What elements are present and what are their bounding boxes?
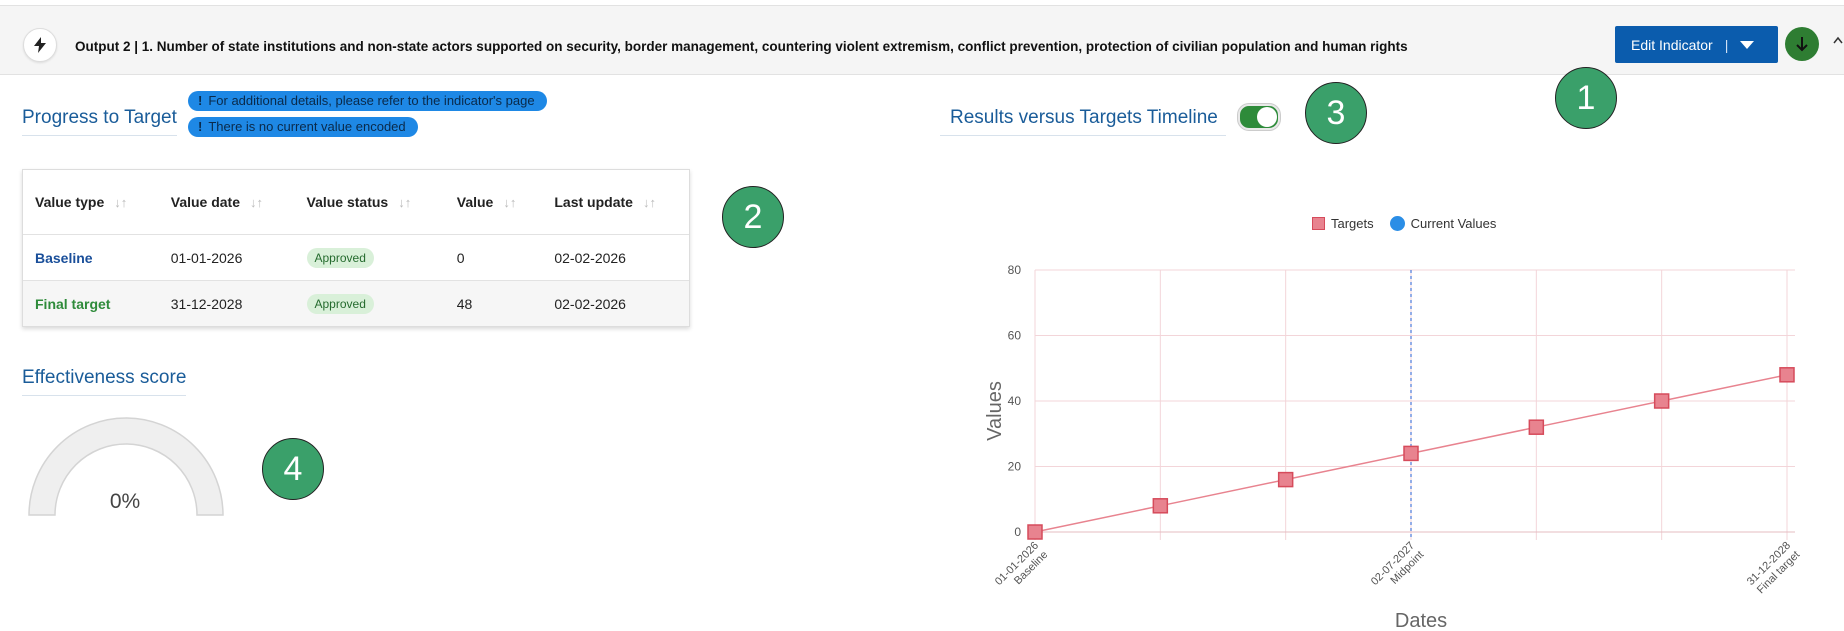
values-table: Value type ↓↑ Value date ↓↑ Value status ↓↑… — [22, 169, 690, 327]
sort-icon[interactable]: ↓↑ — [503, 195, 516, 210]
table-row: Final target 31-12-2028 Approved 48 02-0… — [23, 280, 689, 326]
exclamation-icon: ! — [198, 93, 203, 108]
info-pill-no-value: ! There is no current value encoded — [188, 117, 418, 137]
timeline-title: Results versus Targets Timeline — [940, 107, 1226, 136]
callout-marker: 1 — [1555, 67, 1617, 129]
target-point — [1152, 498, 1169, 514]
status-badge: Approved — [306, 247, 374, 268]
x-tick-label: 01-01-2026Baseline — [993, 540, 1050, 588]
value-status-cell: Approved — [294, 234, 445, 281]
column-header-value-type[interactable]: Value type ↓↑ — [23, 170, 159, 235]
results-targets-chart: 0 20 40 60 80 01-01-2026Baseline 02-07-2027Mid… — [984, 263, 1802, 631]
timeline-toggle[interactable] — [1238, 104, 1280, 130]
column-header-last-update[interactable]: Last update ↓↑ — [542, 170, 689, 235]
edit-indicator-label: Edit Indicator — [1631, 36, 1713, 53]
sort-icon[interactable]: ↓↑ — [398, 195, 411, 210]
target-point — [1277, 471, 1294, 488]
arrow-down-icon — [1796, 37, 1808, 52]
lightning-icon — [34, 37, 46, 53]
effectiveness-score-title: Effectiveness score — [22, 367, 187, 396]
y-tick-label: 20 — [1008, 460, 1022, 474]
caret-down-icon[interactable] — [1740, 40, 1755, 49]
chevron-up-icon[interactable] — [1833, 36, 1843, 44]
value-type-cell: Final target — [23, 280, 159, 326]
x-tick-label: 02-07-2027Midpoint — [1369, 540, 1426, 588]
exclamation-icon: ! — [198, 119, 203, 134]
table-header-row: Value type ↓↑ Value date ↓↑ Value status ↓↑… — [23, 170, 689, 235]
toggle-knob — [1257, 107, 1277, 127]
info-pill-details: ! For additional details, please refer to… — [188, 91, 547, 111]
target-point — [1528, 419, 1545, 435]
sort-icon[interactable]: ↓↑ — [643, 195, 656, 210]
progress-to-target-title: Progress to Target — [22, 107, 177, 136]
download-button[interactable] — [1785, 27, 1819, 61]
target-point — [1779, 367, 1795, 383]
y-tick-label: 0 — [1014, 525, 1021, 539]
table-row: Baseline 01-01-2026 Approved 0 02-02-202… — [23, 234, 689, 281]
x-axis-title: Dates — [1395, 610, 1447, 631]
button-separator: | — [1724, 36, 1729, 53]
value-date-cell: 31-12-2028 — [158, 280, 295, 326]
value-cell: 48 — [444, 280, 543, 326]
quick-action-button[interactable] — [23, 28, 57, 62]
value-date-cell: 01-01-2026 — [158, 234, 295, 281]
last-update-cell: 02-02-2026 — [542, 280, 689, 326]
edit-indicator-button[interactable]: Edit Indicator | — [1615, 26, 1778, 63]
status-badge: Approved — [306, 293, 374, 314]
value-status-cell: Approved — [294, 280, 445, 326]
column-header-value-date[interactable]: Value date ↓↑ — [159, 170, 295, 235]
column-header-value-status[interactable]: Value status ↓↑ — [295, 170, 445, 235]
value-type-cell: Baseline — [23, 234, 159, 281]
target-point — [1403, 445, 1419, 462]
info-pill-text: For additional details, please refer to … — [208, 93, 535, 108]
y-tick-label: 40 — [1008, 394, 1022, 408]
last-update-cell: 02-02-2026 — [542, 234, 689, 281]
indicator-title: Output 2 | 1. Number of state institutio… — [75, 39, 1408, 54]
callout-marker: 4 — [262, 438, 324, 500]
y-tick-label: 60 — [1008, 329, 1022, 343]
sort-icon[interactable]: ↓↑ — [114, 195, 127, 210]
sort-icon[interactable]: ↓↑ — [250, 195, 263, 210]
target-point — [1027, 524, 1043, 540]
callout-marker: 2 — [722, 186, 784, 248]
x-tick-label: 31-12-2028Final target — [1745, 540, 1802, 597]
callout-marker: 3 — [1305, 82, 1367, 144]
indicator-header: Output 2 | 1. Number of state institutio… — [0, 5, 1844, 75]
target-point — [1653, 393, 1670, 409]
y-axis-title: Values — [984, 381, 1006, 441]
effectiveness-value: 0% — [109, 490, 141, 513]
info-pill-text: There is no current value encoded — [208, 119, 406, 134]
column-header-value[interactable]: Value ↓↑ — [445, 170, 543, 235]
value-cell: 0 — [444, 234, 543, 281]
y-tick-label: 80 — [1008, 263, 1022, 277]
